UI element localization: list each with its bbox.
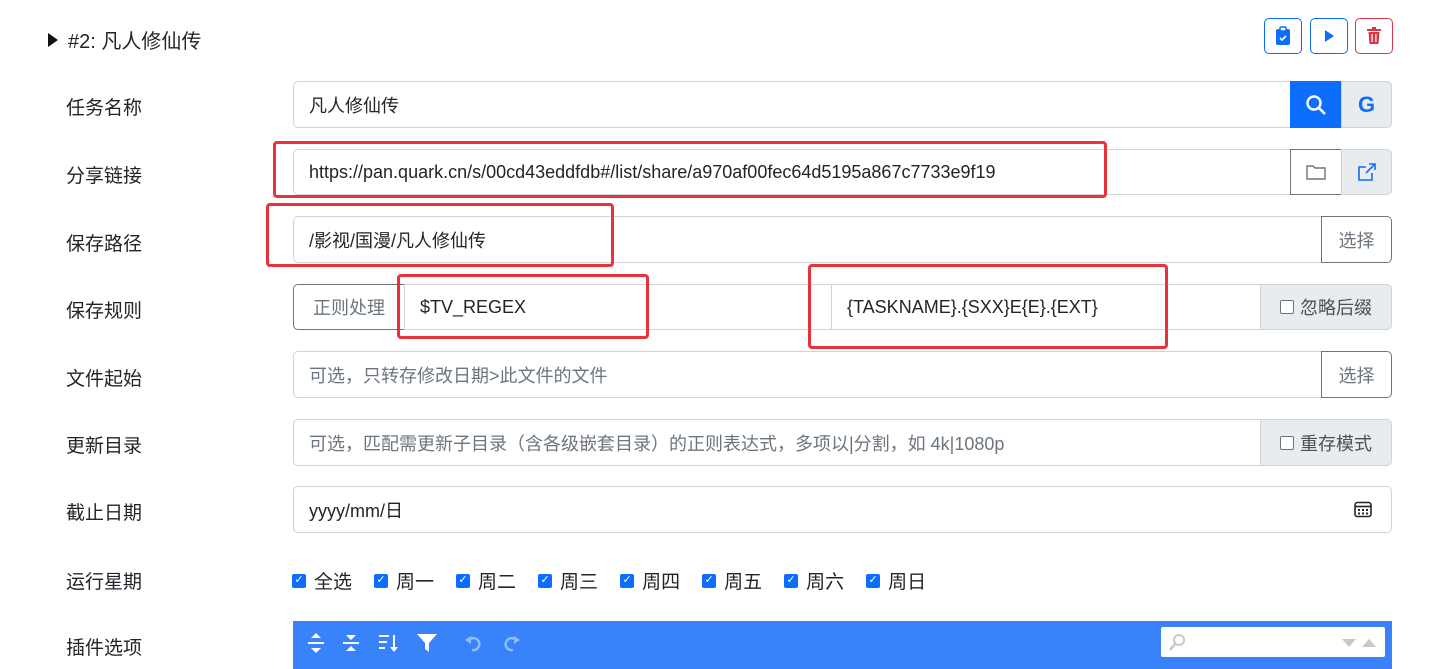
open-link-button[interactable] [1341, 149, 1392, 195]
undo-icon[interactable] [460, 629, 488, 657]
check-icon[interactable]: ✓ [702, 573, 717, 588]
check-icon[interactable]: ✓ [620, 573, 635, 588]
weekday-mon[interactable]: ✓ 周一 [374, 567, 434, 594]
ignore-ext-checkbox[interactable] [1280, 300, 1294, 314]
check-icon[interactable]: ✓ [292, 573, 306, 588]
filter-icon[interactable] [413, 629, 441, 657]
calendar-icon[interactable] [1354, 500, 1372, 523]
task-title: #2: 凡人修仙传 [68, 31, 202, 53]
delete-button[interactable] [1355, 18, 1393, 54]
redo-icon[interactable] [497, 629, 525, 657]
update-dir-input[interactable]: 可选，匹配需更新子目录（含各级嵌套目录）的正则表达式，多项以|分割，如 4k|1… [293, 419, 1261, 466]
clipboard-icon [1276, 26, 1290, 45]
expand-all-icon[interactable] [302, 629, 330, 657]
weekday-checkboxes: ✓ 全选 ✓ 周一 ✓ 周二 ✓ 周三 ✓ 周四 ✓ 周五 ✓ 周六 ✓ 周日 [292, 567, 926, 594]
search-icon [1169, 634, 1185, 651]
pattern-input[interactable]: $TV_REGEX [404, 284, 832, 330]
google-search-button[interactable]: G [1341, 81, 1392, 128]
check-icon[interactable]: ✓ [456, 573, 471, 588]
check-icon[interactable]: ✓ [866, 573, 881, 588]
resave-mode-label: 重存模式 [1300, 433, 1372, 454]
trash-icon [1367, 27, 1381, 44]
replace-input[interactable]: {TASKNAME}.{SXX}E{E}.{EXT} [831, 284, 1261, 330]
update-dir-placeholder: 可选，匹配需更新子目录（含各级嵌套目录）的正则表达式，多项以|分割，如 4k|1… [309, 433, 1005, 454]
folder-icon [1306, 165, 1326, 180]
end-date-placeholder: yyyy/mm/日 [309, 500, 403, 521]
search-button[interactable] [1290, 81, 1342, 128]
resave-mode-checkbox[interactable] [1280, 435, 1294, 450]
run-button[interactable] [1310, 18, 1348, 54]
run-week-label: 运行星期 [66, 572, 143, 593]
plugin-label: 插件选项 [66, 638, 143, 659]
weekday-sun[interactable]: ✓ 周日 [866, 567, 926, 594]
weekday-all[interactable]: ✓ 全选 [292, 567, 352, 594]
weekday-wed[interactable]: ✓ 周三 [538, 567, 598, 594]
save-rule-label: 保存规则 [66, 301, 143, 322]
check-icon[interactable]: ✓ [374, 573, 389, 588]
end-date-input[interactable]: yyyy/mm/日 [293, 486, 1392, 533]
search-next-prev-icon[interactable] [1341, 637, 1379, 649]
external-link-icon [1357, 163, 1376, 181]
check-icon[interactable]: ✓ [538, 573, 553, 588]
json-search-input[interactable] [1161, 627, 1385, 657]
ignore-ext-label: 忽略后缀 [1300, 298, 1372, 318]
save-path-input[interactable]: /影视/国漫/凡人修仙传 [293, 216, 1322, 263]
share-link-input[interactable]: https://pan.quark.cn/s/00cd43eddfdb#/lis… [293, 149, 1291, 195]
weekday-sat[interactable]: ✓ 周六 [784, 567, 844, 594]
search-icon [1306, 94, 1326, 115]
file-start-placeholder: 可选，只转存修改日期>此文件的文件 [309, 365, 608, 386]
choose-path-button[interactable]: 选择 [1321, 216, 1392, 263]
save-path-label: 保存路径 [66, 234, 143, 255]
json-editor-toolbar [293, 621, 1392, 669]
choose-file-button[interactable]: 选择 [1321, 351, 1392, 398]
file-start-label: 文件起始 [66, 369, 143, 390]
check-icon[interactable]: ✓ [784, 573, 799, 588]
play-icon [1325, 30, 1334, 42]
weekday-fri[interactable]: ✓ 周五 [702, 567, 762, 594]
sort-icon[interactable] [375, 629, 403, 657]
regex-button[interactable]: 正则处理 [293, 284, 405, 330]
file-start-input[interactable]: 可选，只转存修改日期>此文件的文件 [293, 351, 1322, 398]
resave-mode-toggle[interactable]: 重存模式 [1260, 419, 1392, 466]
collapse-all-icon[interactable] [337, 629, 365, 657]
update-dir-label: 更新目录 [66, 436, 143, 457]
weekday-tue[interactable]: ✓ 周二 [456, 567, 516, 594]
ignore-ext-toggle[interactable]: 忽略后缀 [1260, 284, 1392, 330]
end-date-label: 截止日期 [66, 503, 143, 524]
caret-right-icon[interactable] [48, 32, 58, 47]
task-name-label: 任务名称 [66, 98, 143, 119]
browse-folder-button[interactable] [1290, 149, 1342, 195]
weekday-thu[interactable]: ✓ 周四 [620, 567, 680, 594]
task-header[interactable]: #2: 凡人修仙传 [48, 25, 201, 54]
task-name-input[interactable]: 凡人修仙传 [293, 81, 1291, 128]
share-link-label: 分享链接 [66, 166, 143, 187]
copy-button[interactable] [1264, 18, 1302, 54]
google-icon: G [1357, 91, 1376, 117]
